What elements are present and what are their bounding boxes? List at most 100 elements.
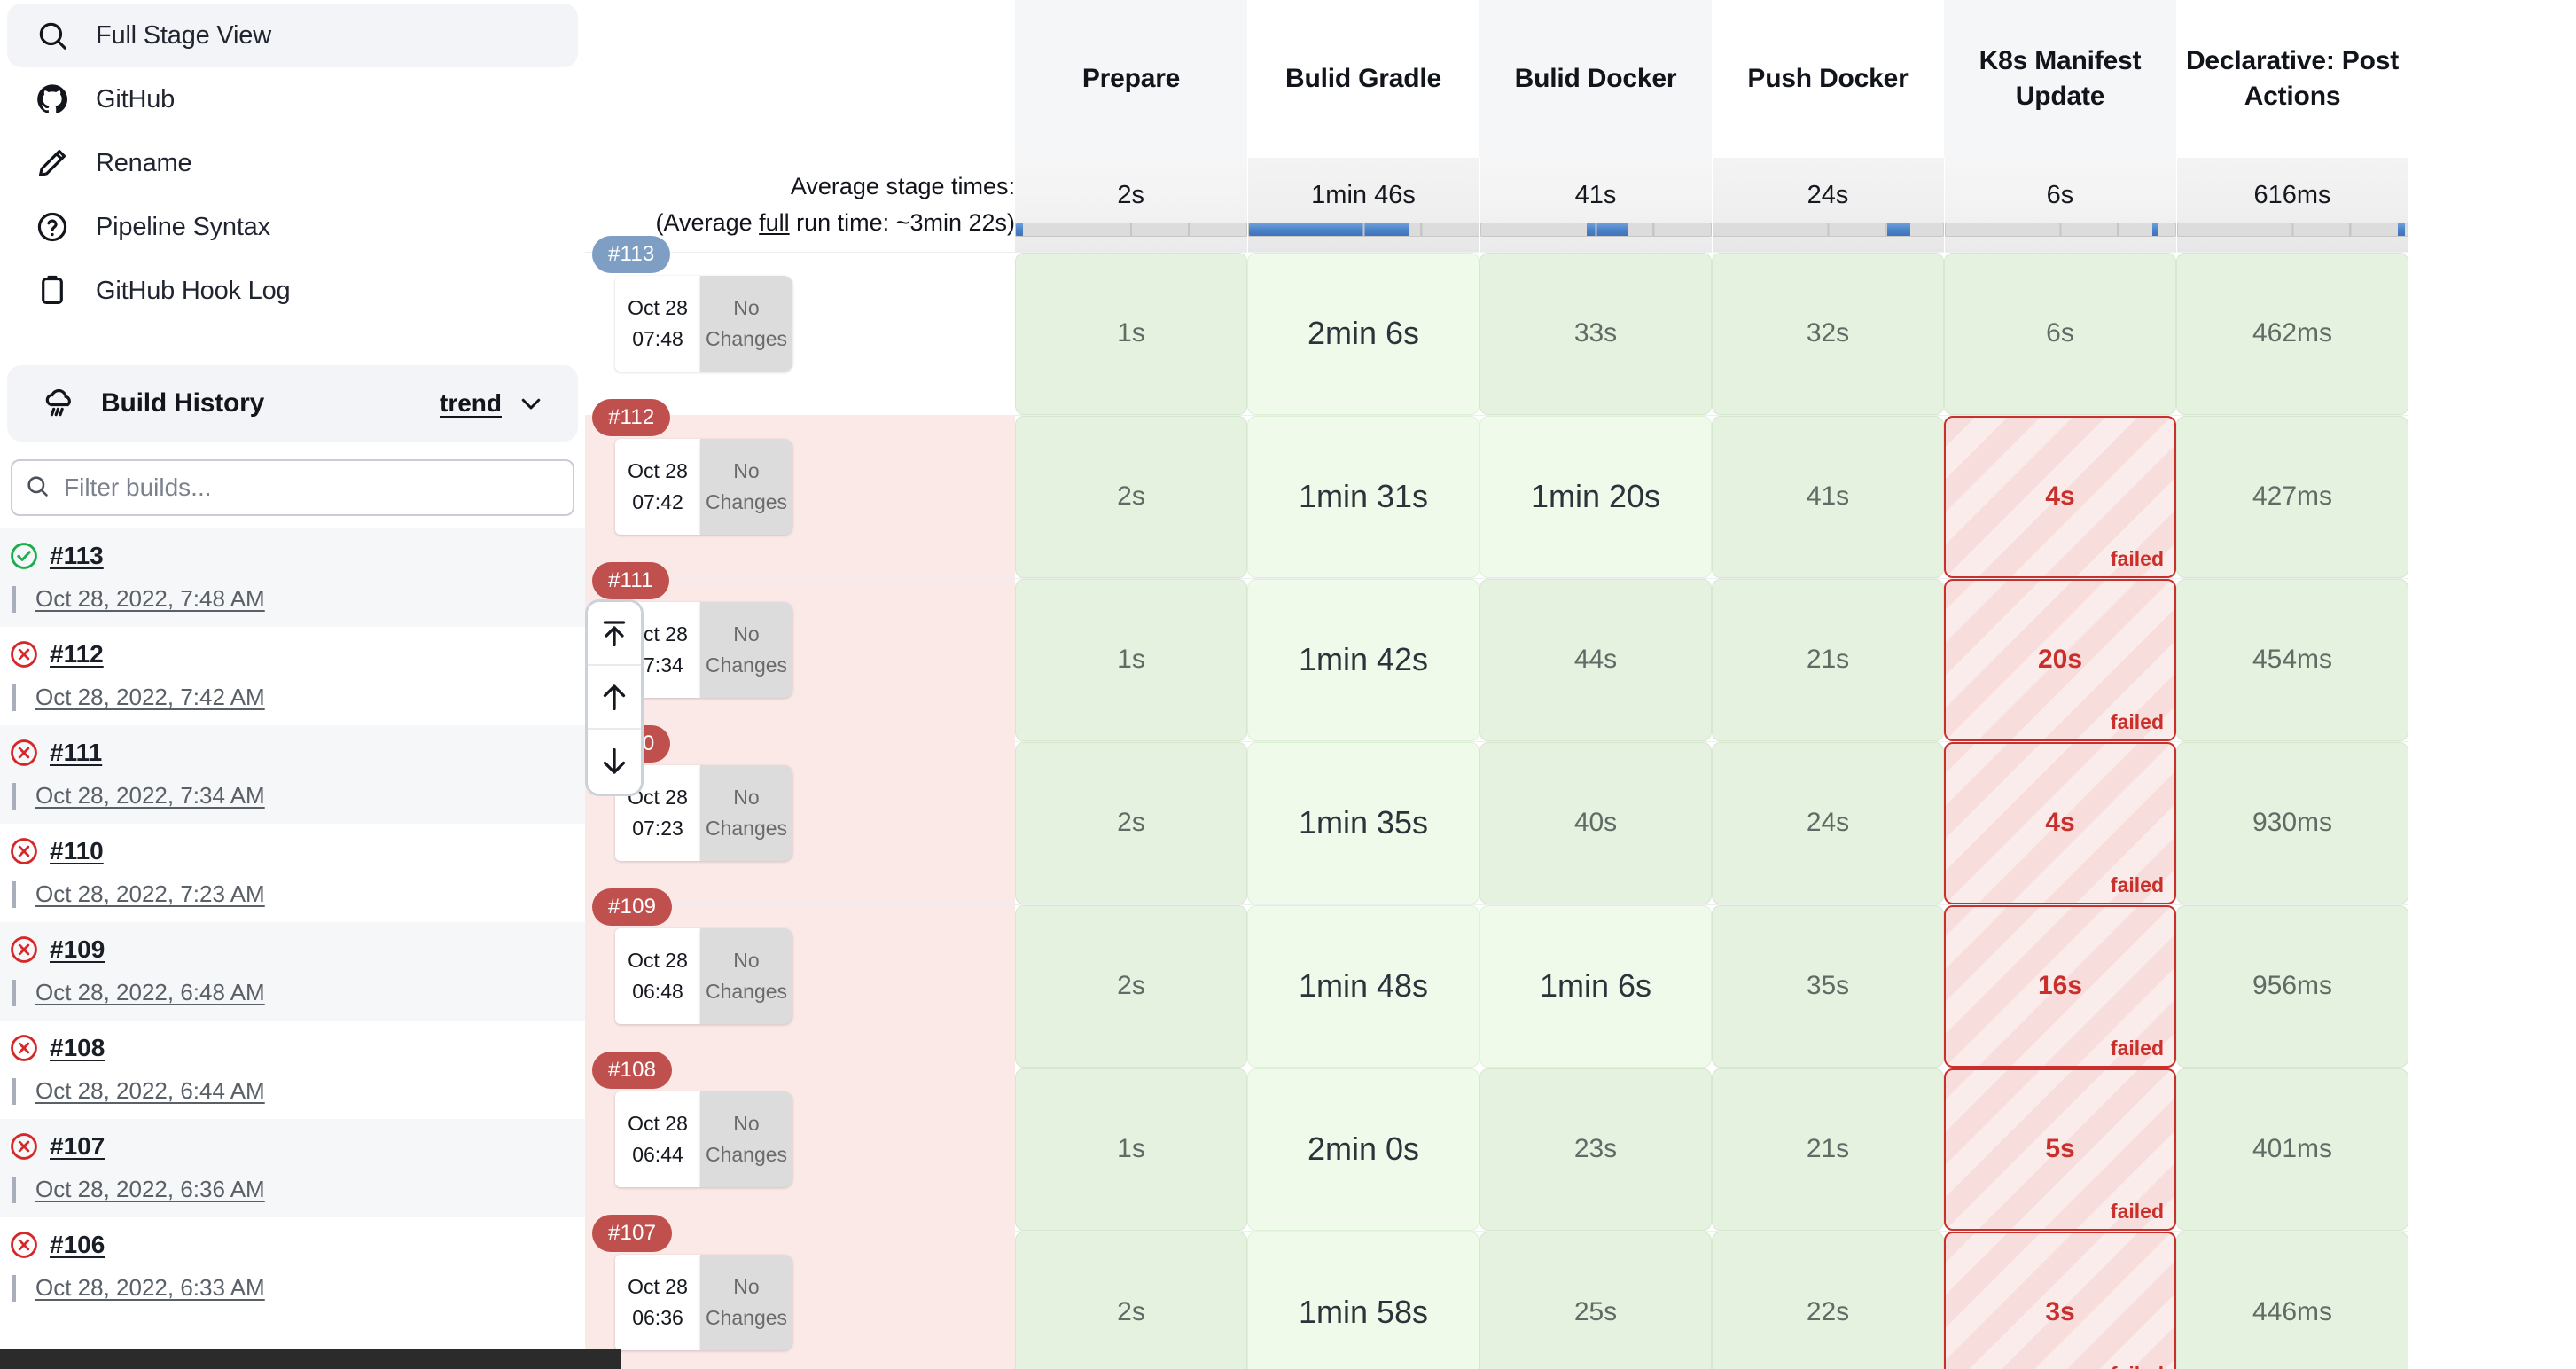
stage-duration-cell[interactable]: 2min 0s [1247, 1067, 1479, 1231]
build-badge[interactable]: #111 [592, 561, 669, 599]
build-date-link[interactable]: Oct 28, 2022, 6:48 AM [35, 979, 265, 1006]
build-date-link[interactable]: Oct 28, 2022, 6:44 AM [35, 1077, 265, 1105]
build-number-link[interactable]: #110 [50, 837, 104, 865]
build-list-item[interactable]: #106 Oct 28, 2022, 6:33 AM [0, 1217, 585, 1316]
stage-duration-cell[interactable]: 1s [1015, 577, 1247, 741]
build-number-link[interactable]: #109 [50, 935, 105, 964]
stage-duration-cell[interactable]: 2s [1015, 904, 1247, 1068]
build-date-link[interactable]: Oct 28, 2022, 6:33 AM [35, 1274, 265, 1302]
no-changes-box[interactable]: No Changes [700, 764, 792, 861]
stage-status-box[interactable]: 4s failed [1944, 415, 2176, 578]
stage-status-box[interactable]: 401ms [2176, 1068, 2408, 1231]
stage-status-box[interactable]: 21s [1712, 1068, 1944, 1231]
stage-status-box[interactable]: 16s failed [1944, 904, 2176, 1068]
build-number-link[interactable]: #107 [50, 1132, 105, 1161]
stage-status-box[interactable]: 1min 31s [1247, 415, 1479, 578]
filter-builds-field[interactable] [11, 459, 574, 516]
stage-status-box[interactable]: 2s [1015, 741, 1247, 904]
build-number-link[interactable]: #113 [50, 542, 104, 570]
stage-duration-cell[interactable]: 446ms [2176, 1230, 2408, 1369]
build-meta-cell[interactable]: #111 Oct 28 07:34 No Changes [585, 561, 1015, 741]
build-history-header[interactable]: Build History trend [7, 365, 578, 442]
stage-duration-cell[interactable]: 22s [1712, 1230, 1944, 1369]
build-date-link[interactable]: Oct 28, 2022, 6:36 AM [35, 1176, 265, 1203]
build-date-link[interactable]: Oct 28, 2022, 7:42 AM [35, 684, 265, 711]
stage-duration-cell[interactable]: 35s [1712, 904, 1944, 1068]
sidebar-item-pipeline-syntax[interactable]: Pipeline Syntax [7, 195, 578, 259]
build-list-item[interactable]: #109 Oct 28, 2022, 6:48 AM [0, 922, 585, 1021]
stage-duration-cell[interactable]: 1min 35s [1247, 740, 1479, 904]
build-meta-cell[interactable]: #108 Oct 28 06:44 No Changes [585, 1051, 1015, 1231]
sidebar-item-rename[interactable]: Rename [7, 131, 578, 195]
stage-status-box[interactable]: 1min 35s [1247, 741, 1479, 904]
stage-status-box[interactable]: 5s failed [1944, 1068, 2176, 1231]
stage-status-box[interactable]: 32s [1712, 252, 1944, 415]
stage-duration-cell[interactable]: 1min 58s [1247, 1230, 1479, 1369]
build-meta-cell[interactable]: #107 Oct 28 06:36 No Changes [585, 1214, 1015, 1369]
stage-status-box[interactable]: 1s [1015, 252, 1247, 415]
stage-duration-cell[interactable]: 2s [1015, 740, 1247, 904]
stage-status-box[interactable]: 35s [1712, 904, 1944, 1068]
stage-status-box[interactable]: 930ms [2176, 741, 2408, 904]
no-changes-box[interactable]: No Changes [700, 1091, 792, 1187]
stage-duration-cell[interactable]: 1min 20s [1479, 414, 1712, 578]
build-meta-cell[interactable]: #109 Oct 28 06:48 No Changes [585, 888, 1015, 1068]
build-badge[interactable]: #107 [592, 1214, 673, 1252]
stage-duration-cell[interactable]: 427ms [2176, 414, 2408, 578]
stage-status-box[interactable]: 2s [1015, 1231, 1247, 1369]
stage-status-box[interactable]: 462ms [2176, 252, 2408, 415]
search-input[interactable] [62, 473, 560, 503]
build-number-link[interactable]: #112 [50, 640, 104, 669]
stage-duration-cell[interactable]: 16s failed [1944, 904, 2176, 1068]
stage-status-box[interactable]: 4s failed [1944, 741, 2176, 904]
stage-status-box[interactable]: 1s [1015, 578, 1247, 741]
stage-status-box[interactable]: 2min 6s [1247, 252, 1479, 415]
trend-link[interactable]: trend [440, 389, 502, 418]
stage-status-box[interactable]: 44s [1479, 578, 1712, 741]
build-date-link[interactable]: Oct 28, 2022, 7:23 AM [35, 880, 265, 908]
build-datetime-box[interactable]: Oct 28 06:48 [615, 927, 700, 1024]
build-number-link[interactable]: #106 [50, 1231, 105, 1259]
stage-duration-cell[interactable]: 1min 48s [1247, 904, 1479, 1068]
stage-duration-cell[interactable]: 1min 31s [1247, 414, 1479, 578]
build-datetime-box[interactable]: Oct 28 07:48 [615, 275, 700, 372]
stage-status-box[interactable]: 3s failed [1944, 1231, 2176, 1369]
build-number-link[interactable]: #111 [50, 739, 102, 767]
stage-duration-cell[interactable]: 1min 42s [1247, 577, 1479, 741]
stage-duration-cell[interactable]: 21s [1712, 1067, 1944, 1231]
stage-status-box[interactable]: 2s [1015, 415, 1247, 578]
stage-duration-cell[interactable]: 401ms [2176, 1067, 2408, 1231]
jump-to-top-button[interactable] [588, 602, 641, 666]
stage-status-box[interactable]: 1min 20s [1479, 415, 1712, 578]
stage-duration-cell[interactable]: 462ms [2176, 251, 2408, 415]
stage-status-box[interactable]: 1min 6s [1479, 904, 1712, 1068]
build-list-item[interactable]: #107 Oct 28, 2022, 6:36 AM [0, 1119, 585, 1217]
stage-duration-cell[interactable]: 20s failed [1944, 577, 2176, 741]
stage-duration-cell[interactable]: 5s failed [1944, 1067, 2176, 1231]
scroll-up-button[interactable] [588, 666, 641, 730]
stage-status-box[interactable]: 1min 42s [1247, 578, 1479, 741]
build-meta-cell[interactable]: #112 Oct 28 07:42 No Changes [585, 398, 1015, 578]
stage-status-box[interactable]: 20s failed [1944, 578, 2176, 741]
stage-status-box[interactable]: 40s [1479, 741, 1712, 904]
no-changes-box[interactable]: No Changes [700, 927, 792, 1024]
stage-duration-cell[interactable]: 930ms [2176, 740, 2408, 904]
stage-duration-cell[interactable]: 2s [1015, 414, 1247, 578]
stage-duration-cell[interactable]: 3s failed [1944, 1230, 2176, 1369]
stage-duration-cell[interactable]: 33s [1479, 251, 1712, 415]
build-date-link[interactable]: Oct 28, 2022, 7:48 AM [35, 585, 265, 613]
build-list-item[interactable]: #111 Oct 28, 2022, 7:34 AM [0, 725, 585, 824]
stage-status-box[interactable]: 23s [1479, 1068, 1712, 1231]
build-date-link[interactable]: Oct 28, 2022, 7:34 AM [35, 782, 265, 810]
stage-status-box[interactable]: 446ms [2176, 1231, 2408, 1369]
build-list-item[interactable]: #112 Oct 28, 2022, 7:42 AM [0, 627, 585, 725]
stage-duration-cell[interactable]: 24s [1712, 740, 1944, 904]
no-changes-box[interactable]: No Changes [700, 601, 792, 698]
build-badge[interactable]: #113 [592, 235, 671, 273]
chevron-down-icon[interactable] [518, 390, 544, 417]
stage-status-box[interactable]: 2min 0s [1247, 1068, 1479, 1231]
build-badge[interactable]: #108 [592, 1051, 673, 1089]
stage-duration-cell[interactable]: 25s [1479, 1230, 1712, 1369]
stage-duration-cell[interactable]: 1s [1015, 251, 1247, 415]
sidebar-item-github[interactable]: GitHub [7, 67, 578, 131]
